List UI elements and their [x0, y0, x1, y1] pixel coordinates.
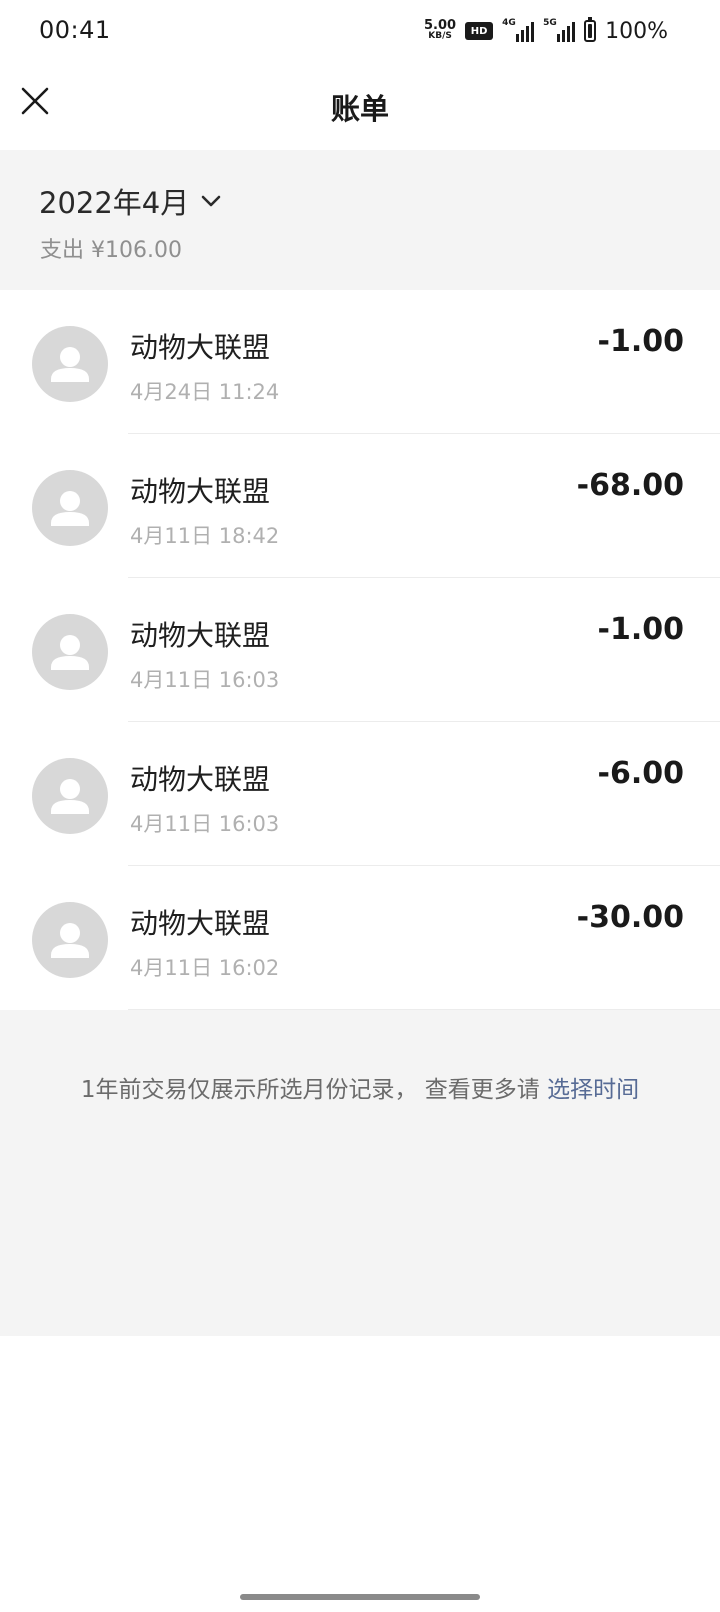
transaction-row[interactable]: 动物大联盟 4月24日 11:24 -1.00	[0, 290, 720, 434]
transaction-row[interactable]: 动物大联盟 4月11日 16:03 -1.00	[0, 578, 720, 722]
signal-5g-label: 5G	[543, 18, 557, 28]
signal-4g-icon: 4G	[502, 18, 535, 42]
avatar	[32, 326, 108, 402]
transaction-time: 4月11日 18:42	[130, 524, 280, 548]
user-icon	[51, 779, 89, 814]
transaction-list: 动物大联盟 4月24日 11:24 -1.00 动物大联盟 4月11日 18:4…	[0, 290, 720, 1010]
transaction-amount: -1.00	[597, 612, 684, 647]
month-label: 2022年4月	[39, 186, 190, 220]
transaction-time: 4月11日 16:03	[130, 812, 280, 836]
month-selector[interactable]: 2022年4月	[39, 180, 221, 222]
signal-5g-icon: 5G	[543, 18, 576, 42]
transaction-time: 4月11日 16:02	[130, 956, 280, 980]
battery-percent: 100%	[605, 18, 668, 44]
expense-summary: 支出 ¥106.00	[40, 238, 182, 263]
merchant-name: 动物大联盟	[130, 763, 271, 796]
network-speed: 5.00 KB/S	[424, 18, 457, 42]
status-time: 00:41	[39, 16, 111, 44]
transaction-amount: -6.00	[597, 756, 684, 791]
select-time-link[interactable]: 选择时间	[547, 1077, 639, 1103]
transaction-row[interactable]: 动物大联盟 4月11日 16:03 -6.00	[0, 722, 720, 866]
home-indicator[interactable]	[240, 1594, 480, 1600]
merchant-name: 动物大联盟	[130, 907, 271, 940]
transaction-time: 4月11日 16:03	[130, 668, 280, 692]
user-icon	[51, 347, 89, 382]
avatar	[32, 470, 108, 546]
user-icon	[51, 635, 89, 670]
transaction-row[interactable]: 动物大联盟 4月11日 16:02 -30.00	[0, 866, 720, 1010]
chevron-down-icon	[201, 195, 221, 207]
battery-icon	[584, 17, 597, 42]
transaction-time: 4月24日 11:24	[130, 380, 280, 404]
user-icon	[51, 491, 89, 526]
network-speed-value: 5.00	[424, 18, 457, 33]
footer-note: 1年前交易仅展示所选月份记录， 查看更多请 选择时间	[0, 1070, 720, 1104]
network-speed-unit: KB/S	[428, 31, 452, 41]
status-bar: 00:41 5.00 KB/S HD 4G 5G 100%	[0, 0, 720, 66]
status-icons: 5.00 KB/S HD 4G 5G 100%	[424, 14, 668, 48]
hd-icon: HD	[465, 22, 494, 40]
footer-note-text: 1年前交易仅展示所选月份记录， 查看更多请	[80, 1077, 548, 1103]
transaction-amount: -1.00	[597, 324, 684, 359]
avatar	[32, 614, 108, 690]
footer-area: 1年前交易仅展示所选月份记录， 查看更多请 选择时间	[0, 1010, 720, 1336]
merchant-name: 动物大联盟	[130, 619, 271, 652]
page-title: 账单	[330, 92, 389, 126]
month-header: 2022年4月 支出 ¥106.00	[0, 150, 720, 290]
avatar	[32, 902, 108, 978]
nav-bar: 账单	[0, 66, 720, 150]
signal-4g-label: 4G	[502, 18, 516, 28]
transaction-amount: -30.00	[576, 900, 684, 935]
transaction-amount: -68.00	[576, 468, 684, 503]
merchant-name: 动物大联盟	[130, 331, 271, 364]
user-icon	[51, 923, 89, 958]
merchant-name: 动物大联盟	[130, 475, 271, 508]
transaction-row[interactable]: 动物大联盟 4月11日 18:42 -68.00	[0, 434, 720, 578]
avatar	[32, 758, 108, 834]
